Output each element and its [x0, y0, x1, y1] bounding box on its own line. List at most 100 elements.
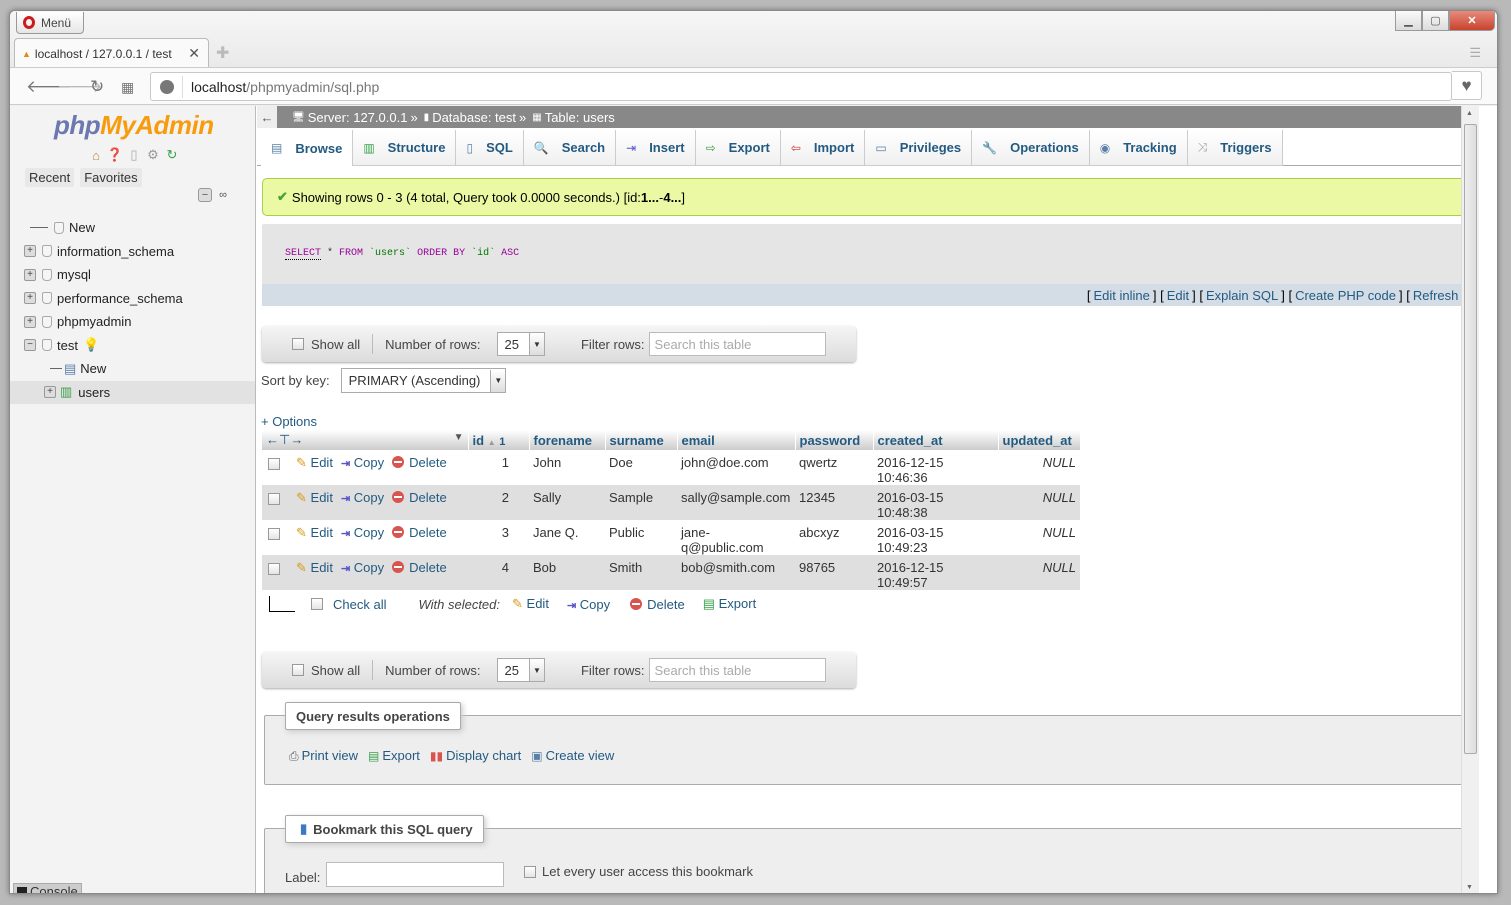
cell-updated-at[interactable]: NULL: [998, 520, 1080, 555]
row-copy-link[interactable]: ⇥ Copy: [341, 560, 384, 575]
collapse-all-icon[interactable]: −: [198, 188, 212, 202]
with-selected-edit[interactable]: ✎ Edit: [512, 596, 549, 612]
tree-item-phpmyadmin[interactable]: + phpmyadmin: [10, 310, 255, 334]
browser-tab[interactable]: ▲ localhost / 127.0.0.1 / test ✕: [14, 38, 209, 68]
expand-icon[interactable]: +: [24, 245, 36, 258]
check-all-label[interactable]: Check all: [333, 597, 386, 612]
create-php-code-link[interactable]: Create PHP code: [1295, 288, 1396, 303]
column-header-created-at[interactable]: created_at: [873, 430, 999, 450]
cell-surname[interactable]: Doe: [605, 450, 677, 485]
create-view-link[interactable]: ▣ Create view: [531, 748, 614, 764]
expand-icon[interactable]: +: [24, 268, 36, 281]
row-delete-link[interactable]: Delete: [392, 455, 447, 470]
explain-sql-link[interactable]: Explain SQL: [1206, 288, 1278, 303]
row-edit-link[interactable]: ✎ Edit: [296, 560, 333, 575]
phpmyadmin-logo[interactable]: phpMyAdmin: [54, 110, 214, 141]
tab-search[interactable]: 🔍 Search: [523, 130, 617, 166]
share-bookmark-checkbox[interactable]: [524, 866, 536, 878]
tab-import[interactable]: ⇦ Import: [780, 130, 866, 166]
new-tab-icon[interactable]: ✚: [216, 43, 229, 63]
tree-item-mysql[interactable]: + mysql: [10, 263, 255, 287]
cell-forename[interactable]: John: [529, 450, 605, 485]
column-header-email[interactable]: email: [677, 430, 796, 450]
cell-id[interactable]: 3: [468, 520, 529, 555]
display-chart-link[interactable]: ▮▮ Display chart: [430, 748, 521, 764]
cell-created-at[interactable]: 2016-03-15 10:48:38: [873, 485, 998, 520]
site-info-icon[interactable]: [160, 79, 174, 94]
with-selected-delete[interactable]: Delete: [630, 597, 685, 612]
tab-export[interactable]: ⇨ Export: [695, 130, 781, 166]
cell-email[interactable]: sally@sample.com: [677, 485, 795, 520]
speed-dial-icon[interactable]: ▦: [121, 79, 134, 96]
cell-password[interactable]: 98765: [795, 555, 873, 590]
row-copy-link[interactable]: ⇥ Copy: [341, 525, 384, 540]
cell-forename[interactable]: Sally: [529, 485, 605, 520]
filter-rows-input[interactable]: Search this table: [648, 658, 826, 682]
row-edit-link[interactable]: ✎ Edit: [296, 455, 333, 470]
cell-email[interactable]: john@doe.com: [677, 450, 795, 485]
maximize-button[interactable]: ▢: [1422, 11, 1449, 31]
tab-insert[interactable]: ⇥ Insert: [616, 130, 696, 166]
cell-updated-at[interactable]: NULL: [998, 485, 1080, 520]
recent-tab[interactable]: Recent: [25, 168, 75, 187]
tree-item-new-table[interactable]: ▤ New: [10, 357, 255, 381]
cell-created-at[interactable]: 2016-03-15 10:49:23: [873, 520, 998, 555]
link-with-main-icon[interactable]: ∞: [216, 188, 230, 202]
tree-item-test[interactable]: − test 💡: [10, 334, 255, 358]
cell-email[interactable]: bob@smith.com: [677, 555, 795, 590]
check-all-checkbox[interactable]: [311, 598, 323, 610]
with-selected-export[interactable]: ▤ Export: [703, 596, 757, 612]
tab-structure[interactable]: ▥ Structure: [353, 130, 457, 166]
number-of-rows-select[interactable]: 25 ▼: [496, 658, 545, 682]
row-delete-link[interactable]: Delete: [392, 525, 447, 540]
close-tab-icon[interactable]: ✕: [188, 45, 200, 62]
column-resize-handle[interactable]: ←⊤→ ▼: [262, 430, 469, 450]
filter-rows-input[interactable]: Search this table: [648, 332, 826, 356]
tab-browse[interactable]: ▤ Browse: [261, 130, 354, 166]
expand-icon[interactable]: +: [44, 386, 56, 399]
cell-updated-at[interactable]: NULL: [998, 450, 1080, 485]
edit-inline-link[interactable]: Edit inline: [1093, 288, 1149, 303]
row-delete-link[interactable]: Delete: [392, 490, 447, 505]
help-icon[interactable]: ❓: [107, 147, 123, 162]
cell-password[interactable]: qwertz: [795, 450, 873, 485]
tree-item-information-schema[interactable]: + information_schema: [10, 240, 255, 264]
page-scrollbar[interactable]: ▲ ▼: [1461, 106, 1479, 893]
cell-surname[interactable]: Smith: [605, 555, 677, 590]
reload-navigation-icon[interactable]: ↻: [165, 147, 179, 162]
refresh-link[interactable]: Refresh: [1413, 288, 1459, 303]
tab-sql[interactable]: ▯ SQL: [456, 130, 524, 166]
cell-id[interactable]: 4: [468, 555, 529, 590]
edit-link[interactable]: Edit: [1167, 288, 1189, 303]
console-toggle[interactable]: Console: [13, 883, 82, 893]
tab-triggers[interactable]: ⤨ Triggers: [1187, 130, 1283, 166]
home-icon[interactable]: ⌂: [89, 148, 103, 163]
row-copy-link[interactable]: ⇥ Copy: [341, 455, 384, 470]
settings-gear-icon[interactable]: ⚙: [146, 147, 160, 162]
tab-operations[interactable]: 🔧 Operations: [972, 130, 1090, 166]
cell-email[interactable]: jane-q@public.com: [677, 520, 795, 555]
with-selected-copy[interactable]: ⇥ Copy: [567, 597, 610, 612]
tree-item-performance-schema[interactable]: + performance_schema: [10, 287, 255, 311]
tab-tracking[interactable]: ◉ Tracking: [1089, 130, 1188, 166]
row-checkbox[interactable]: [268, 563, 280, 575]
options-toggle[interactable]: + Options: [261, 414, 317, 429]
print-view-link[interactable]: ⎙ Print view: [289, 748, 358, 764]
column-header-id[interactable]: id ▲ 1: [468, 430, 530, 450]
row-delete-link[interactable]: Delete: [392, 560, 447, 575]
column-header-surname[interactable]: surname: [605, 430, 678, 450]
address-bar[interactable]: localhost/phpmyadmin/sql.php: [150, 72, 1452, 101]
show-all-checkbox[interactable]: [292, 338, 304, 350]
favorites-tab[interactable]: Favorites: [80, 168, 142, 187]
breadcrumb-server[interactable]: Server: 127.0.0.1: [308, 110, 408, 125]
row-edit-link[interactable]: ✎ Edit: [296, 490, 333, 505]
sort-by-key-select[interactable]: PRIMARY (Ascending) ▼: [340, 368, 507, 393]
breadcrumb-table[interactable]: Table: users: [545, 110, 615, 125]
cell-password[interactable]: abcxyz: [795, 520, 873, 555]
tree-item-new-db[interactable]: New: [10, 216, 255, 240]
cell-surname[interactable]: Sample: [605, 485, 677, 520]
row-edit-link[interactable]: ✎ Edit: [296, 525, 333, 540]
docs-icon[interactable]: ▯: [127, 147, 141, 162]
toggle-navigation-icon[interactable]: ←: [257, 106, 277, 128]
tree-item-users[interactable]: + ▥ users: [10, 380, 255, 404]
